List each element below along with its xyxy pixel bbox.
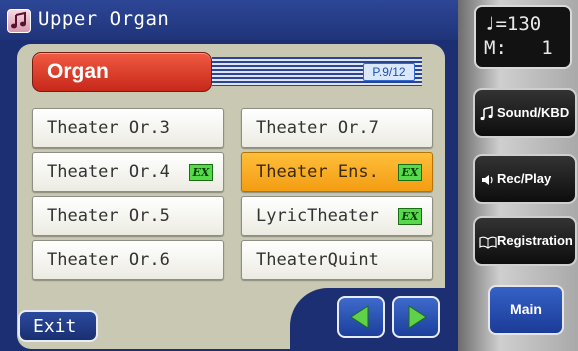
screen: Upper Organ Organ P.9/12 Theater Or.3 Th… xyxy=(0,0,578,351)
tone-label: Theater Or.3 xyxy=(47,118,170,138)
main-button[interactable]: Main xyxy=(488,285,564,335)
rec-play-label: Rec/Play xyxy=(497,171,552,186)
category-label: Organ xyxy=(47,60,109,83)
tone-label: TheaterQuint xyxy=(256,250,379,270)
tone-label: Theater Or.7 xyxy=(256,118,379,138)
ex-badge: EX xyxy=(398,164,422,181)
tone-label: Theater Or.4 xyxy=(47,162,170,182)
book-icon xyxy=(479,236,497,249)
tone-button-theater-or5[interactable]: Theater Or.5 xyxy=(32,196,224,236)
main-panel: Upper Organ Organ P.9/12 Theater Or.3 Th… xyxy=(0,0,460,351)
tone-button-theater-or3[interactable]: Theater Or.3 xyxy=(32,108,224,148)
tone-button-theater-or4[interactable]: Theater Or.4 EX xyxy=(32,152,224,192)
tempo-readout: ♩=130 xyxy=(484,13,542,35)
sound-kbd-label: Sound/KBD xyxy=(497,105,570,120)
page-indicator: P.9/12 xyxy=(363,63,415,81)
registration-button[interactable]: Registration xyxy=(473,216,577,266)
exit-button[interactable]: Exit xyxy=(18,310,98,342)
tone-label: Theater Ens. xyxy=(256,162,379,182)
tone-button-theater-or7[interactable]: Theater Or.7 xyxy=(241,108,433,148)
tone-label: Theater Or.5 xyxy=(47,206,170,226)
tone-button-theater-or6[interactable]: Theater Or.6 xyxy=(32,240,224,280)
title-bar: Upper Organ xyxy=(0,0,458,40)
ex-badge: EX xyxy=(189,164,213,181)
speaker-icon xyxy=(482,175,493,185)
category-button[interactable]: Organ xyxy=(32,52,212,92)
page-next-button[interactable] xyxy=(392,296,440,338)
tone-button-theaterquint[interactable]: TheaterQuint xyxy=(241,240,433,280)
registration-label: Registration xyxy=(497,233,573,248)
sound-kbd-button[interactable]: Sound/KBD xyxy=(473,88,577,138)
rec-play-button[interactable]: Rec/Play xyxy=(473,154,577,204)
exit-label: Exit xyxy=(33,316,77,337)
music-note-icon xyxy=(7,9,31,33)
tone-button-lyrictheater[interactable]: LyricTheater EX xyxy=(241,196,433,236)
arrow-right-icon xyxy=(408,305,427,329)
tempo-display: ♩=130 M: 1 xyxy=(474,5,572,69)
tone-button-theater-ens[interactable]: Theater Ens. EX xyxy=(241,152,433,192)
main-label: Main xyxy=(510,301,542,317)
page-title: Upper Organ xyxy=(38,8,170,30)
ex-badge: EX xyxy=(398,208,422,225)
page-prev-button[interactable] xyxy=(337,296,385,338)
arrow-left-icon xyxy=(350,305,369,329)
tone-label: Theater Or.6 xyxy=(47,250,170,270)
sound-kbd-icon xyxy=(480,106,493,121)
tone-label: LyricTheater xyxy=(256,206,379,226)
measure-readout: M: 1 xyxy=(484,37,553,59)
